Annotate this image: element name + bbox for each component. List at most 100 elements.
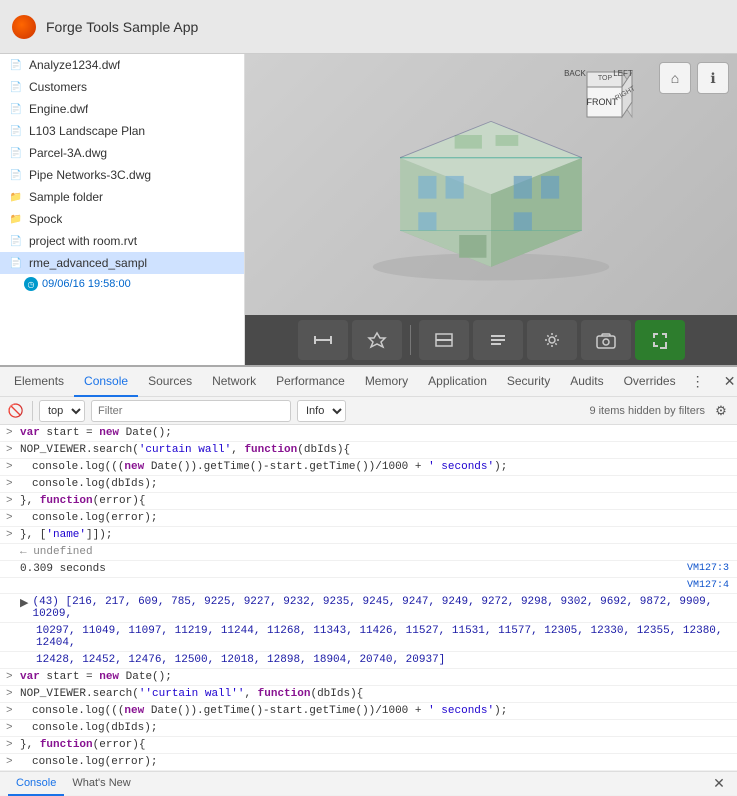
building-model bbox=[351, 85, 631, 285]
camera-button[interactable] bbox=[581, 320, 631, 360]
more-tabs-button[interactable]: ⋮ bbox=[686, 370, 710, 394]
vm-ref: VM127:4 bbox=[687, 580, 729, 591]
svg-text:TOP: TOP bbox=[598, 75, 613, 82]
tree-item-project-room[interactable]: 📄 project with room.rvt bbox=[0, 230, 244, 252]
console-line: console.log(dbIds); bbox=[0, 476, 737, 493]
tree-item-analyze[interactable]: 📄 Analyze1234.dwf bbox=[0, 54, 244, 76]
file-tree-sidebar: 📄 Analyze1234.dwf 📄 Customers 📄 Engine.d… bbox=[0, 54, 245, 365]
app-title: Forge Tools Sample App bbox=[46, 19, 198, 35]
vm-ref: VM127:3 bbox=[687, 563, 729, 574]
tree-item-spock[interactable]: 📁 Spock bbox=[0, 208, 244, 230]
console-line: console.log(dbIds); bbox=[0, 720, 737, 737]
console-output: var start = new Date(); NOP_VIEWER.searc… bbox=[0, 425, 737, 771]
console-line-array1: ▶ (43) [216, 217, 609, 785, 9225, 9227, … bbox=[0, 594, 737, 623]
file-icon: 📄 bbox=[8, 255, 24, 271]
tree-item-label: rme_advanced_sampl bbox=[29, 256, 147, 270]
console-filter-input[interactable] bbox=[91, 400, 291, 422]
viewer-area: ⌂ ℹ FRONT R bbox=[245, 54, 737, 365]
tree-item-engine[interactable]: 📄 Engine.dwf bbox=[0, 98, 244, 120]
tab-performance[interactable]: Performance bbox=[266, 367, 355, 397]
file-icon: 📄 bbox=[8, 79, 24, 95]
explode-button[interactable] bbox=[352, 320, 402, 360]
folder-icon: 📁 bbox=[8, 189, 24, 205]
console-line: console.log(error); bbox=[0, 510, 737, 527]
console-line-vmref: VM127:4 bbox=[0, 578, 737, 594]
tab-console[interactable]: Console bbox=[74, 367, 138, 397]
tree-item-label: Parcel-3A.dwg bbox=[29, 146, 107, 160]
console-line-array-cont: 12428, 12452, 12476, 12500, 12018, 12898… bbox=[0, 652, 737, 669]
console-line: console.log(((new Date()).getTime()-star… bbox=[0, 703, 737, 720]
close-devtools-button[interactable]: ✕ bbox=[718, 370, 737, 394]
console-line: console.log(error); bbox=[0, 754, 737, 771]
console-line: }, function(error){ bbox=[0, 737, 737, 754]
tab-sources[interactable]: Sources bbox=[138, 367, 202, 397]
file-icon: 📄 bbox=[8, 123, 24, 139]
console-line-result: ← undefined bbox=[0, 544, 737, 561]
close-bottom-panel-button[interactable]: ✕ bbox=[709, 774, 729, 794]
tree-item-sample-folder[interactable]: 📁 Sample folder bbox=[0, 186, 244, 208]
bottom-tab-whats-new[interactable]: What's New bbox=[64, 772, 138, 796]
console-toolbar: 🚫 top Info 9 items hidden by filters ⚙ bbox=[0, 397, 737, 425]
tree-item-label: Spock bbox=[29, 212, 62, 226]
viewer-bottom-toolbar bbox=[245, 315, 737, 365]
tree-item-timestamp[interactable]: ◷ 09/06/16 19:58:00 bbox=[0, 274, 244, 294]
folder-icon: 📁 bbox=[8, 211, 24, 227]
console-line: }, ['name']]); bbox=[0, 527, 737, 544]
info-button[interactable]: ℹ bbox=[697, 62, 729, 94]
console-line: var start = new Date(); bbox=[0, 425, 737, 442]
title-bar: Forge Tools Sample App bbox=[0, 0, 737, 54]
tree-item-label: L103 Landscape Plan bbox=[29, 124, 145, 138]
section-button[interactable] bbox=[419, 320, 469, 360]
tab-memory[interactable]: Memory bbox=[355, 367, 418, 397]
log-level-select[interactable]: Info bbox=[297, 400, 346, 422]
file-icon: 📄 bbox=[8, 145, 24, 161]
file-icon: 📄 bbox=[8, 57, 24, 73]
settings-button[interactable] bbox=[527, 320, 577, 360]
console-settings-button[interactable]: ⚙ bbox=[711, 401, 731, 421]
tree-item-l103[interactable]: 📄 L103 Landscape Plan bbox=[0, 120, 244, 142]
timestamp-label: 09/06/16 19:58:00 bbox=[42, 278, 131, 290]
file-icon: 📄 bbox=[8, 167, 24, 183]
properties-button[interactable] bbox=[473, 320, 523, 360]
file-icon: 📄 bbox=[8, 233, 24, 249]
toolbar-separator bbox=[410, 325, 411, 355]
console-line: console.log(((new Date()).getTime()-star… bbox=[0, 459, 737, 476]
tab-application[interactable]: Application bbox=[418, 367, 497, 397]
console-line: NOP_VIEWER.search('curtain wall', functi… bbox=[0, 442, 737, 459]
tree-item-label: Engine.dwf bbox=[29, 102, 88, 116]
tree-item-customers[interactable]: 📄 Customers bbox=[0, 76, 244, 98]
tree-item-pipe[interactable]: 📄 Pipe Networks-3C.dwg bbox=[0, 164, 244, 186]
tree-item-parcel[interactable]: 📄 Parcel-3A.dwg bbox=[0, 142, 244, 164]
3d-viewer[interactable]: ⌂ ℹ FRONT R bbox=[245, 54, 737, 315]
fullscreen-button[interactable] bbox=[635, 320, 685, 360]
devtools-bottom-bar: Console What's New ✕ bbox=[0, 771, 737, 795]
tree-item-label: Pipe Networks-3C.dwg bbox=[29, 168, 151, 182]
tree-item-label: Analyze1234.dwf bbox=[29, 58, 120, 72]
tree-item-rme[interactable]: 📄 rme_advanced_sampl bbox=[0, 252, 244, 274]
expand-icon[interactable]: ▶ bbox=[20, 596, 28, 610]
context-select[interactable]: top bbox=[39, 400, 85, 422]
svg-text:LEFT: LEFT bbox=[613, 69, 633, 78]
svg-text:BACK: BACK bbox=[564, 69, 586, 78]
tab-network[interactable]: Network bbox=[202, 367, 266, 397]
devtools-panel: Elements Console Sources Network Perform… bbox=[0, 365, 737, 795]
file-icon: 📄 bbox=[8, 101, 24, 117]
clock-icon: ◷ bbox=[24, 277, 38, 291]
tab-elements[interactable]: Elements bbox=[4, 367, 74, 397]
console-line: }, function(error){ bbox=[0, 493, 737, 510]
tab-audits[interactable]: Audits bbox=[560, 367, 613, 397]
bottom-tab-console[interactable]: Console bbox=[8, 772, 64, 796]
viewer-top-toolbar: ⌂ ℹ bbox=[659, 62, 729, 94]
console-line-array-cont: 10297, 11049, 11097, 11219, 11244, 11268… bbox=[0, 623, 737, 652]
main-content: 📄 Analyze1234.dwf 📄 Customers 📄 Engine.d… bbox=[0, 54, 737, 365]
tree-item-label: Customers bbox=[29, 80, 87, 94]
home-view-button[interactable]: ⌂ bbox=[659, 62, 691, 94]
tab-security[interactable]: Security bbox=[497, 367, 560, 397]
console-line-timing1: 0.309 seconds VM127:3 bbox=[0, 561, 737, 578]
console-line: NOP_VIEWER.search(''curtain wall'', func… bbox=[0, 686, 737, 703]
toolbar-separator-1 bbox=[32, 401, 33, 421]
measure-button[interactable] bbox=[298, 320, 348, 360]
tree-item-label: Sample folder bbox=[29, 190, 103, 204]
tab-overrides[interactable]: Overrides bbox=[614, 367, 686, 397]
clear-console-button[interactable]: 🚫 bbox=[6, 401, 26, 421]
